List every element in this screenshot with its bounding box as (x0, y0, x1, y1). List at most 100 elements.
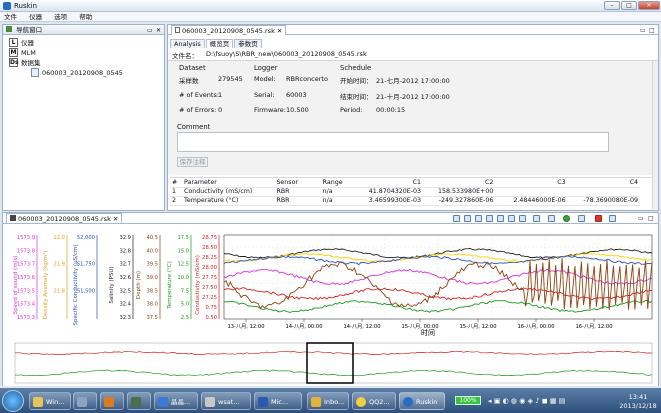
tab-overview[interactable]: 概览页 (205, 39, 234, 48)
task-label: Mic... (271, 398, 289, 406)
y-tick-label: 5.0 (181, 302, 189, 308)
task-qq[interactable]: QQ2... (352, 392, 396, 410)
editor-tab[interactable]: 060003_20120908_0545.rsk ✕ (171, 25, 287, 35)
save-comment-button[interactable]: 保存注释 (177, 157, 208, 167)
series-icon[interactable] (548, 215, 555, 222)
logger-value: 10.500 (286, 106, 309, 114)
y-tick-label: 28.50 (202, 245, 217, 251)
y-tick-label: 1573.9 (17, 235, 35, 241)
panel-minimize-icon[interactable]: ▭ (147, 26, 153, 36)
dataset-icon: Ds (9, 58, 19, 67)
task-windows-explorer[interactable]: Win... (29, 392, 71, 410)
y-tick-label: 10.0 (177, 275, 189, 281)
menu-options[interactable]: 选项 (54, 12, 67, 22)
plot-tab-label: 060003_20120908_0545.rsk (18, 215, 111, 223)
fit-icon[interactable] (497, 215, 504, 222)
zoom-y-icon[interactable] (486, 215, 493, 222)
y-axis-label: Speed of sound (m/s) (13, 256, 19, 315)
editor-minimize-icon[interactable]: ▭ (640, 26, 646, 36)
task-app-2[interactable] (73, 392, 97, 410)
add-icon[interactable] (563, 215, 570, 222)
y-tick-label: 15.0 (177, 248, 189, 254)
clock-date[interactable]: 2013/12/18 (616, 402, 660, 410)
y-tick-label: 1573.7 (17, 262, 35, 268)
y-tick-label: 40.0 (146, 248, 158, 254)
schedule-label: Period: (340, 106, 363, 114)
y-tick-label: 1573.3 (17, 315, 35, 321)
y-tick-label: 37.5 (146, 315, 158, 321)
axis-icon[interactable] (533, 215, 540, 222)
task-wsat[interactable]: wsat... (201, 392, 251, 410)
menu-file[interactable]: 文件 (4, 12, 17, 22)
plot-minimize-icon[interactable]: ▭ (638, 214, 644, 224)
dataset-value: 0 (218, 106, 223, 114)
y-tick-label: 12.5 (177, 262, 189, 268)
y-tick-label: 0.75 (205, 305, 217, 311)
task-label: QQ2... (369, 398, 390, 406)
task-label: Inbo... (324, 398, 345, 406)
tree-item-label: 数据集 (21, 59, 41, 67)
menu-instrument[interactable]: 仪器 (29, 12, 42, 22)
navigation-panel-title: 导航窗口 (16, 26, 43, 34)
tab-parameters[interactable]: 参数页 (234, 39, 262, 48)
table-row[interactable]: 1 Conductivity (mS/cm) RBR n/a 41.870432… (170, 187, 640, 197)
menu-help[interactable]: 帮助 (79, 12, 92, 22)
maximize-button[interactable]: □ (621, 1, 637, 10)
zoom-out-icon[interactable] (464, 215, 471, 222)
task-ruskin[interactable]: Ruskin (399, 392, 445, 410)
table-cell: 41.8704320E-03 (350, 187, 424, 197)
table-cell: 3.46599300E-03 (350, 196, 424, 206)
tab-close-icon[interactable]: ✕ (113, 215, 118, 223)
y-tick-label: 39.5 (146, 262, 158, 268)
zoom-in-icon[interactable] (453, 215, 460, 222)
tray-icons[interactable]: ◂ ▣ ◐ ◍ ◉ ◈ ♪ ◼ ▦ ▤ (488, 397, 565, 405)
grid-icon[interactable] (519, 215, 526, 222)
table-row[interactable]: 2 Temperature (°C) RBR n/a 3.46599300E-0… (170, 196, 640, 206)
task-browser[interactable]: 晶晶... (154, 392, 198, 410)
pan-icon[interactable] (508, 215, 515, 222)
editor-scrollbar[interactable] (652, 61, 658, 209)
tree-item-mlm[interactable]: M MLM (9, 48, 164, 58)
y-tick-label: 39.0 (146, 275, 158, 281)
ruskin-icon (403, 397, 413, 407)
task-matlab[interactable] (100, 392, 124, 410)
plot-canvas[interactable]: 1573.9 1573.8 1573.7 1573.6 1573.5 1573.4 1573… (3, 225, 658, 386)
panel-close-icon[interactable]: ✕ (156, 26, 161, 36)
zoom-x-icon[interactable] (475, 215, 482, 222)
menu-bar: 文件 仪器 选项 帮助 (0, 12, 661, 22)
y-tick-label: 21.9 (53, 262, 65, 268)
schedule-value: 00:00:15 (376, 106, 406, 114)
tree-item-file[interactable]: 060003_20120908_0545 (9, 68, 164, 78)
y-axis-label: Temperature (°C) (167, 261, 173, 309)
logger-value: RBRconcerto (286, 75, 328, 83)
comment-textarea[interactable] (177, 132, 609, 152)
tree-item-instrument[interactable]: L 仪器 (9, 38, 164, 48)
col-header: Parameter (182, 178, 275, 188)
y-tick-label: 32.5 (119, 288, 131, 294)
task-app-4[interactable] (127, 392, 151, 410)
plot-tab[interactable]: 060003_20120908_0545.rsk ✕ (6, 213, 123, 223)
close-button[interactable]: ✕ (638, 1, 660, 10)
battery-indicator[interactable]: 100% (455, 396, 481, 405)
export-icon[interactable] (609, 215, 616, 222)
task-outlook[interactable]: Inbo... (307, 392, 349, 410)
x-tick-label: 14-八月, 12:00 (343, 323, 380, 330)
clock-time[interactable]: 13:41 (616, 393, 660, 401)
tree-item-datasets[interactable]: Ds 数据集 (9, 58, 164, 68)
y-axis-label: Conductivity (mS/cm) (195, 255, 201, 315)
plot-maximize-icon[interactable]: □ (648, 214, 654, 224)
logger-value: 60003 (286, 91, 307, 99)
delete-icon[interactable] (595, 215, 602, 222)
parameters-table-wrap: # Parameter Sensor Range C1 C2 C3 C4 1 C… (170, 177, 656, 210)
chart-icon (10, 215, 16, 221)
tab-close-icon[interactable]: ✕ (277, 27, 282, 35)
editor-maximize-icon[interactable]: □ (649, 26, 655, 36)
y-tick-label: 28.25 (202, 255, 217, 261)
y-tick-label: 28.75 (202, 235, 217, 241)
task-word[interactable]: Mic... (254, 392, 302, 410)
minimize-button[interactable]: – (604, 1, 620, 10)
start-button[interactable] (2, 390, 24, 412)
tab-analysis[interactable]: Analysis (170, 39, 205, 48)
settings-icon[interactable] (578, 215, 585, 222)
col-header: C1 (350, 178, 424, 188)
